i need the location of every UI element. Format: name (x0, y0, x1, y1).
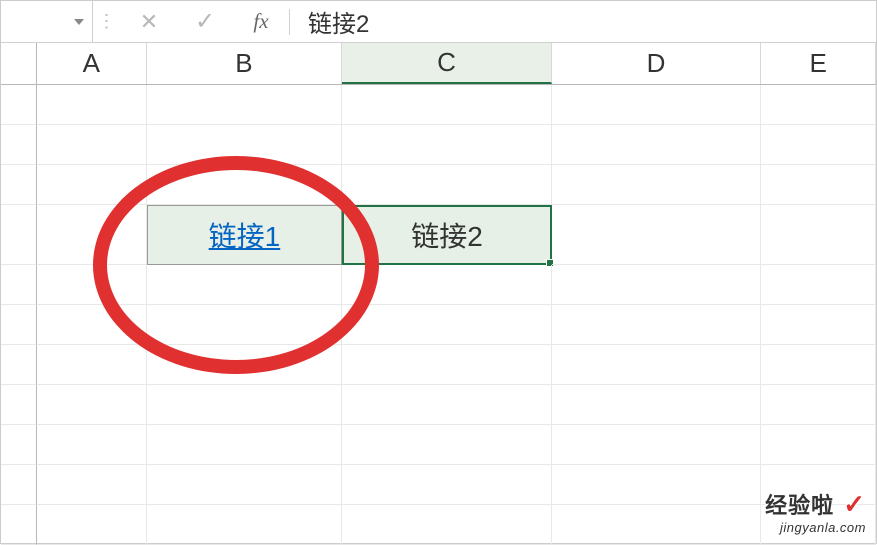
col-header-E[interactable]: E (761, 43, 876, 84)
row-7 (1, 345, 876, 385)
cell[interactable] (552, 465, 762, 505)
cell[interactable] (37, 505, 147, 545)
col-header-D[interactable]: D (552, 43, 762, 84)
cell[interactable] (37, 165, 147, 205)
row-6 (1, 305, 876, 345)
cell[interactable] (761, 85, 876, 125)
hyperlink[interactable]: 链接1 (209, 215, 281, 255)
cell[interactable] (342, 425, 552, 465)
row-header[interactable] (1, 265, 37, 305)
cancel-icon: ✕ (140, 9, 158, 35)
cell[interactable] (552, 265, 762, 305)
cell[interactable] (147, 265, 343, 305)
cell[interactable] (552, 425, 762, 465)
row-header[interactable] (1, 385, 37, 425)
cell[interactable] (552, 505, 762, 545)
cell[interactable] (147, 305, 343, 345)
cell[interactable] (761, 125, 876, 165)
cell[interactable] (342, 465, 552, 505)
cell[interactable] (552, 125, 762, 165)
row-header[interactable] (1, 305, 37, 345)
cell[interactable] (37, 85, 147, 125)
fx-label-text: fx (253, 9, 268, 34)
col-header-C[interactable]: C (342, 43, 552, 84)
cell[interactable] (147, 425, 343, 465)
cell[interactable] (342, 85, 552, 125)
row-2 (1, 125, 876, 165)
row-9 (1, 425, 876, 465)
cell[interactable] (552, 205, 762, 265)
row-header[interactable] (1, 125, 37, 165)
cell[interactable] (37, 465, 147, 505)
column-headers: A B C D E (1, 43, 876, 85)
cell[interactable] (342, 505, 552, 545)
cell[interactable] (761, 345, 876, 385)
cell[interactable] (342, 305, 552, 345)
cell[interactable] (552, 345, 762, 385)
cell[interactable] (147, 505, 343, 545)
row-header[interactable] (1, 465, 37, 505)
cell[interactable] (552, 85, 762, 125)
cell[interactable] (37, 305, 147, 345)
row-header[interactable] (1, 205, 37, 265)
name-box[interactable] (1, 1, 93, 42)
cell[interactable] (37, 385, 147, 425)
cell[interactable] (147, 465, 343, 505)
cell[interactable] (761, 425, 876, 465)
cell[interactable] (37, 205, 147, 265)
select-all-corner[interactable] (1, 43, 37, 84)
cell[interactable] (37, 345, 147, 385)
check-icon: ✓ (195, 7, 215, 36)
col-header-B[interactable]: B (147, 43, 343, 84)
cell[interactable] (37, 265, 147, 305)
cell[interactable] (342, 265, 552, 305)
formula-input[interactable]: 链接2 (290, 1, 876, 42)
cell[interactable] (37, 125, 147, 165)
row-header[interactable] (1, 85, 37, 125)
cell[interactable] (37, 425, 147, 465)
cell[interactable] (147, 85, 343, 125)
dropdown-icon[interactable] (74, 19, 84, 25)
cell-B4[interactable]: 链接1 (147, 205, 343, 265)
formula-bar: ⋮ ✕ ✓ fx 链接2 (1, 1, 876, 43)
col-header-A[interactable]: A (37, 43, 147, 84)
cell[interactable] (342, 125, 552, 165)
row-10 (1, 465, 876, 505)
cell[interactable] (761, 205, 876, 265)
cell[interactable] (761, 305, 876, 345)
spreadsheet-grid: 链接1 链接2 (1, 85, 876, 545)
row-1 (1, 85, 876, 125)
cell[interactable] (552, 385, 762, 425)
cell[interactable] (761, 505, 876, 545)
row-3 (1, 165, 876, 205)
row-header[interactable] (1, 425, 37, 465)
row-header[interactable] (1, 165, 37, 205)
cell-text: 链接2 (411, 215, 483, 255)
cell[interactable] (761, 465, 876, 505)
fx-button[interactable]: fx (233, 9, 289, 34)
cell[interactable] (147, 385, 343, 425)
cell[interactable] (761, 165, 876, 205)
row-4: 链接1 链接2 (1, 205, 876, 265)
cell[interactable] (761, 265, 876, 305)
cell-C4-selected[interactable]: 链接2 (342, 205, 552, 265)
cell[interactable] (552, 165, 762, 205)
separator-handle[interactable]: ⋮ (93, 1, 121, 42)
row-11 (1, 505, 876, 545)
cell[interactable] (147, 125, 343, 165)
cell[interactable] (552, 305, 762, 345)
confirm-button[interactable]: ✓ (177, 1, 233, 42)
row-8 (1, 385, 876, 425)
cell[interactable] (147, 165, 343, 205)
cell[interactable] (342, 345, 552, 385)
row-5 (1, 265, 876, 305)
row-header[interactable] (1, 505, 37, 545)
row-header[interactable] (1, 345, 37, 385)
formula-text: 链接2 (308, 4, 369, 39)
cell[interactable] (147, 345, 343, 385)
cell[interactable] (342, 165, 552, 205)
cell[interactable] (761, 385, 876, 425)
cancel-button[interactable]: ✕ (121, 1, 177, 42)
cell[interactable] (342, 385, 552, 425)
